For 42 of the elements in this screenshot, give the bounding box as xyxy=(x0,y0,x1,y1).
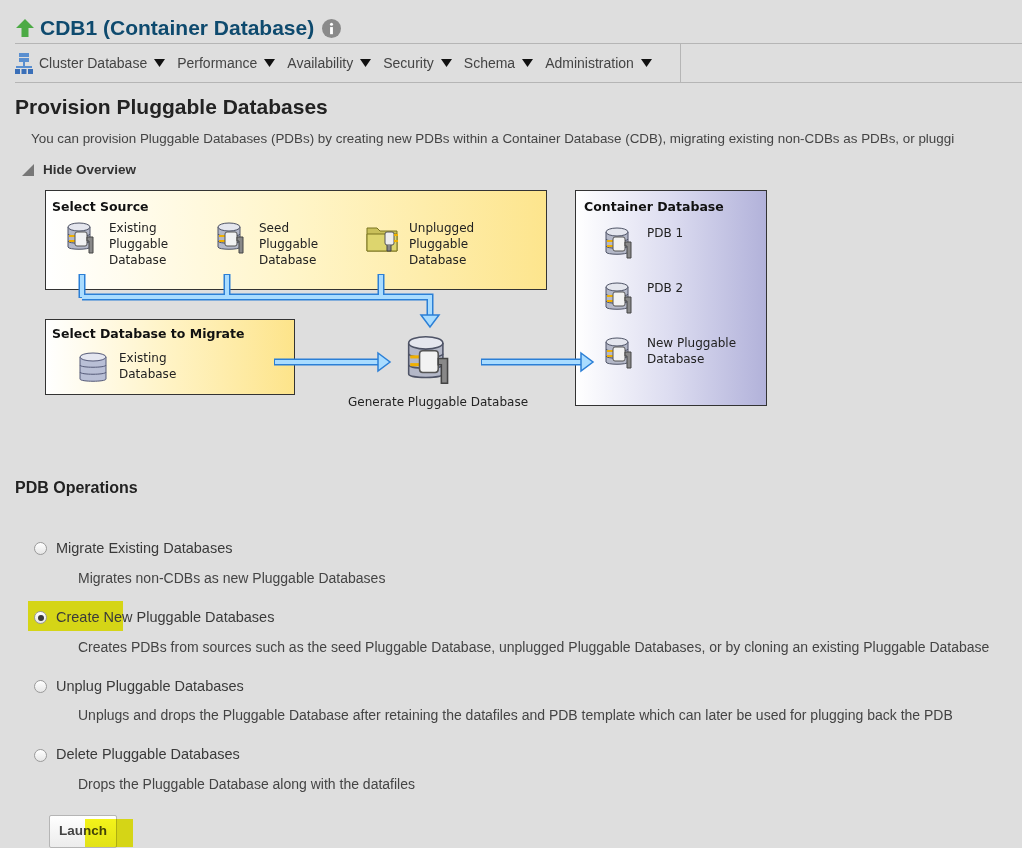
radio-button[interactable] xyxy=(34,679,47,693)
radio-option[interactable]: Delete Pluggable Databases xyxy=(34,744,240,766)
page-header-title: CDB1 (Container Database) xyxy=(40,15,315,42)
intro-text: You can provision Pluggable Databases (PDBs) by creating new PDBs within a Container Database (CDB), migrating existing non-CDBs as PDBs, or pluggi xyxy=(31,129,955,148)
cluster-icon xyxy=(15,52,33,75)
generate-label: Generate Pluggable Database xyxy=(348,394,529,411)
radio-button[interactable] xyxy=(34,542,47,556)
node-label: Seed Pluggable Database xyxy=(259,219,319,268)
dropdown-caret-icon xyxy=(522,59,534,68)
nav-menu[interactable]: Performance xyxy=(177,52,276,74)
radio-option[interactable]: Unplug Pluggable Databases xyxy=(34,675,244,698)
dropdown-caret-icon xyxy=(264,59,276,68)
hide-overview-toggle[interactable]: Hide Overview xyxy=(22,159,137,180)
box-title: Container Database xyxy=(584,198,724,216)
dropdown-caret-icon xyxy=(360,59,372,68)
nav-menu[interactable]: Schema xyxy=(463,52,534,74)
nav-menu[interactable]: Security xyxy=(383,52,452,74)
box-title: Select Database to Migrate xyxy=(52,325,245,343)
box-title: Select Source xyxy=(52,198,149,216)
option-description: Drops the Pluggable Database along with the datafiles xyxy=(78,775,415,794)
radio-option[interactable]: Migrate Existing Databases xyxy=(34,538,233,560)
dropdown-caret-icon xyxy=(640,59,652,68)
node-label: PDB 1 xyxy=(647,224,684,241)
dropdown-caret-icon xyxy=(154,59,166,68)
nav-menu[interactable]: Availability xyxy=(287,52,372,74)
radio-button[interactable] xyxy=(34,748,47,762)
node-label: PDB 2 xyxy=(647,279,684,296)
dropdown-caret-icon xyxy=(440,59,452,68)
section-title: PDB Operations xyxy=(15,478,138,498)
page-title: Provision Pluggable Databases xyxy=(15,94,328,121)
nav-menu[interactable]: Administration xyxy=(545,52,652,74)
up-arrow-icon xyxy=(15,18,35,38)
node-label: Unplugged Pluggable Database xyxy=(409,219,475,268)
option-description: Creates PDBs from sources such as the seed Pluggable Database, unplugged Pluggable Databases, or by cloning an existing Pluggable Database xyxy=(78,637,990,657)
node-label: New Pluggable Database xyxy=(647,334,737,367)
node-label: Existing Database xyxy=(119,349,177,382)
node-label: Existing Pluggable Database xyxy=(109,219,169,268)
option-description: Migrates non-CDBs as new Pluggable Databases xyxy=(78,568,386,588)
nav-menu[interactable]: Cluster Database xyxy=(39,52,166,74)
option-description: Unplugs and drops the Pluggable Database after retaining the datafiles and PDB template which can later be used for plugging back the PDB xyxy=(78,706,953,726)
disclosure-triangle-icon xyxy=(22,163,34,176)
info-icon[interactable] xyxy=(322,18,342,38)
